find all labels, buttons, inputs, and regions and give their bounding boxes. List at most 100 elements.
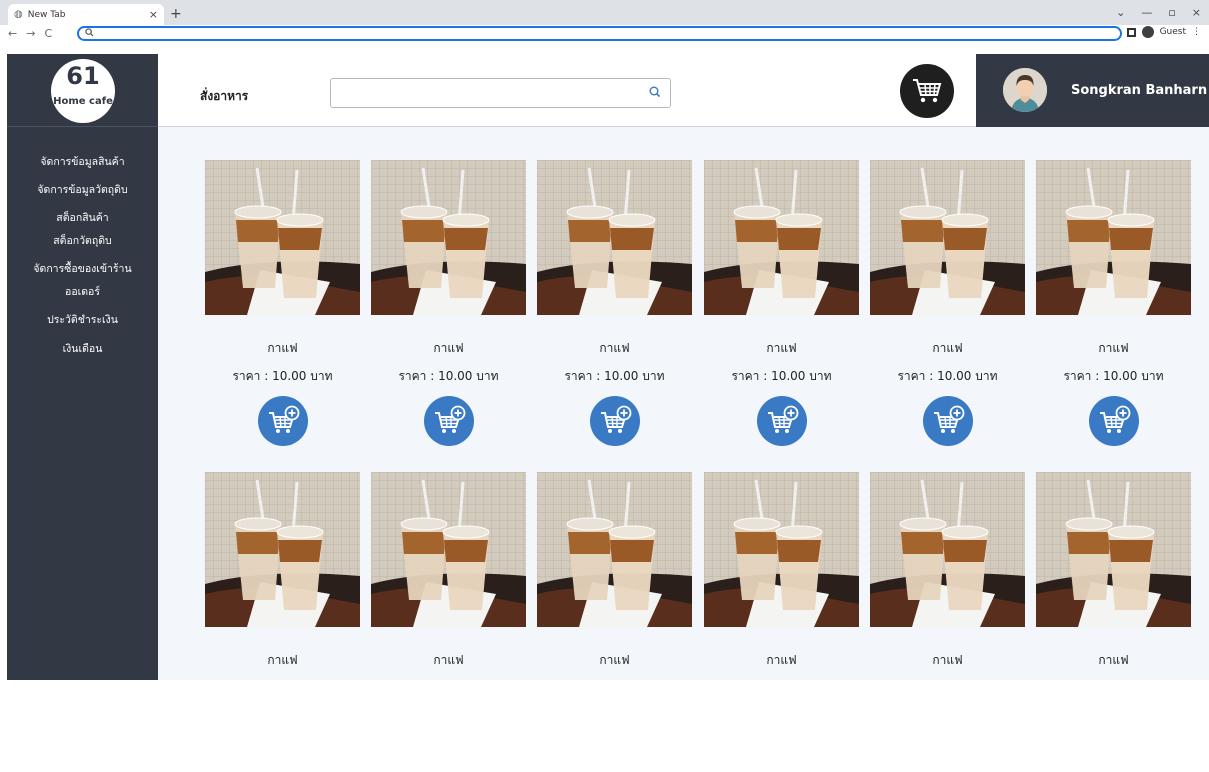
product-card[interactable]: กาแฟ [371, 472, 526, 772]
chevron-down-icon[interactable]: ⌄ [1116, 6, 1125, 19]
search-input[interactable] [331, 79, 631, 107]
product-name: กาแฟ [267, 653, 298, 667]
product-price: ราคา : 10.00 บาท [398, 369, 499, 383]
user-area[interactable]: Songkran Banharn [976, 54, 1209, 127]
user-name: Songkran Banharn [1071, 83, 1208, 98]
close-window-button[interactable]: × [1192, 6, 1201, 19]
sidebar-item-products[interactable]: จัดการข้อมูลสินค้า [7, 154, 158, 170]
maximize-button[interactable]: ▫ [1168, 6, 1175, 19]
add-to-cart-icon [601, 405, 632, 433]
product-price: ราคา : 10.00 บาท [897, 369, 998, 383]
product-photo [870, 472, 1025, 627]
globe-icon: ◍ [14, 9, 23, 20]
product-photo [537, 472, 692, 627]
product-card[interactable]: กาแฟราคา : 10.00 บาท [1036, 160, 1191, 460]
product-photo [704, 160, 859, 315]
product-name: กาแฟ [1098, 653, 1129, 667]
product-name: กาแฟ [766, 653, 797, 667]
product-price: ราคา : 10.00 บาท [564, 369, 665, 383]
cart-icon [913, 79, 942, 103]
product-name: กาแฟ [267, 341, 298, 355]
product-name: กาแฟ [599, 653, 630, 667]
browser-menu-button[interactable]: ⋮ [1192, 27, 1201, 37]
product-name: กาแฟ [766, 341, 797, 355]
minimize-button[interactable]: — [1141, 6, 1152, 19]
sidebar-item-salary[interactable]: เงินเดือน [7, 341, 158, 357]
product-card[interactable]: กาแฟราคา : 10.00 บาท [870, 160, 1025, 460]
logo-number: 61 [66, 62, 100, 90]
add-to-cart-icon [934, 405, 965, 433]
search-box [330, 78, 671, 108]
browser-tab[interactable]: ◍ New Tab × [8, 4, 164, 25]
product-card[interactable]: กาแฟ [1036, 472, 1191, 772]
sidebar-item-payment-history[interactable]: ประวัติชำระเงิน [7, 312, 158, 328]
profile-icon[interactable] [1141, 26, 1154, 38]
product-photo [1036, 472, 1191, 627]
sidebar: 61 Home cafe จัดการข้อมูลสินค้า จัดการข้… [7, 54, 158, 680]
add-to-cart-icon [1100, 405, 1131, 433]
add-to-cart-button[interactable] [424, 396, 474, 446]
product-photo [704, 472, 859, 627]
tab-close-button[interactable]: × [149, 8, 158, 21]
add-to-cart-icon [269, 405, 300, 433]
logo-text: Home cafe [53, 96, 113, 107]
product-card[interactable]: กาแฟ [537, 472, 692, 772]
product-price: ราคา : 10.00 บาท [1063, 369, 1164, 383]
forward-button[interactable]: → [26, 27, 35, 40]
product-photo [371, 160, 526, 315]
product-card[interactable]: กาแฟราคา : 10.00 บาท [371, 160, 526, 460]
product-photo [205, 472, 360, 627]
product-price: ราคา : 10.00 บาท [731, 369, 832, 383]
nav-buttons: ← → C [0, 27, 74, 40]
product-grid: กาแฟ ราคา : 10.00 บาท กาแฟ ราคา : 10.00 บาท… [158, 127, 1209, 680]
add-to-cart-button[interactable] [1089, 396, 1139, 446]
add-to-cart-icon [768, 405, 799, 433]
sidebar-item-product-stock[interactable]: สต็อกสินค้า [7, 210, 158, 226]
product-photo [1036, 160, 1191, 315]
sidebar-item-purchasing[interactable]: จัดการซื้อของเข้าร้าน [7, 261, 158, 277]
add-to-cart-button[interactable] [258, 396, 308, 446]
window-controls: ⌄ — ▫ × [1116, 6, 1201, 19]
logo[interactable]: 61 Home cafe [51, 59, 115, 123]
product-photo [205, 160, 360, 315]
logo-area: 61 Home cafe [7, 54, 158, 127]
product-name: กาแฟ [932, 341, 963, 355]
product-card[interactable]: กาแฟราคา : 10.00 บาท [537, 160, 692, 460]
add-to-cart-icon [435, 405, 466, 433]
search-icon[interactable] [648, 85, 662, 99]
avatar-icon [1003, 68, 1047, 112]
browser-chrome: ◍ New Tab × + ⌄ — ▫ × ← → C Guest ⋮ [0, 0, 1209, 42]
reload-button[interactable]: C [44, 27, 52, 40]
cart-button[interactable] [900, 64, 954, 118]
product-name: กาแฟ [433, 653, 464, 667]
side-panel-icon[interactable] [1126, 27, 1136, 37]
new-tab-button[interactable]: + [170, 6, 182, 22]
toolbar-right: Guest ⋮ [1126, 26, 1201, 38]
profile-label[interactable]: Guest [1160, 27, 1186, 37]
product-photo [371, 472, 526, 627]
product-card[interactable]: กาแฟราคา : 10.00 บาท [205, 160, 360, 460]
product-card[interactable]: กาแฟราคา : 10.00 บาท [704, 160, 859, 460]
product-card[interactable]: กาแฟ [205, 472, 360, 772]
product-name: กาแฟ [599, 341, 630, 355]
product-price: ราคา : 10.00 บาท [232, 369, 333, 383]
product-name: กาแฟ [1098, 341, 1129, 355]
product-photo [537, 160, 692, 315]
sidebar-item-ingredient-stock[interactable]: สต็อกวัตถุดิบ [7, 233, 158, 249]
add-to-cart-button[interactable] [923, 396, 973, 446]
back-button[interactable]: ← [8, 27, 17, 40]
add-to-cart-button[interactable] [757, 396, 807, 446]
product-name: กาแฟ [433, 341, 464, 355]
product-card[interactable]: กาแฟ [704, 472, 859, 772]
tab-title: New Tab [27, 9, 66, 20]
sidebar-item-ingredients[interactable]: จัดการข้อมูลวัตถุดิบ [7, 182, 158, 198]
add-to-cart-button[interactable] [590, 396, 640, 446]
page-title: สั่งอาหาร [200, 89, 249, 103]
product-photo [870, 160, 1025, 315]
sidebar-item-orders[interactable]: ออเดอร์ [7, 284, 158, 300]
browser-toolbar: ← → C Guest ⋮ [0, 25, 1209, 42]
product-card[interactable]: กาแฟ [870, 472, 1025, 772]
search-icon [85, 28, 94, 37]
address-bar[interactable] [77, 26, 1122, 41]
product-name: กาแฟ [932, 653, 963, 667]
